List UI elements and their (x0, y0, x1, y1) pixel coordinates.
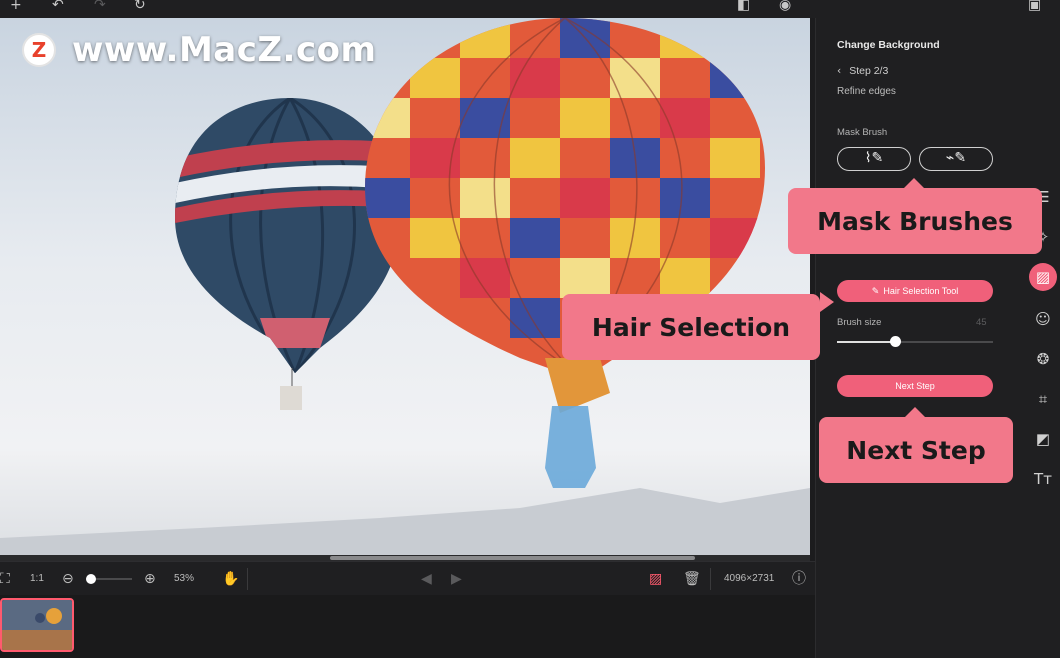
callout-next-step: Next Step (819, 407, 1013, 483)
hand-icon[interactable]: ✋ (222, 562, 239, 596)
plus-icon[interactable]: + (10, 0, 22, 14)
step-subtitle: Refine edges (837, 86, 896, 97)
trash-icon[interactable]: 🗑 (683, 562, 701, 596)
undo-icon[interactable]: ↶ (52, 0, 64, 14)
brush-size-fill (837, 341, 895, 343)
scrollbar-thumb[interactable] (330, 556, 695, 560)
brush-add-button[interactable]: ⌇✎ (837, 147, 911, 171)
info-icon[interactable]: ⓘ (792, 562, 806, 596)
zoom-in-icon[interactable]: ⊕ (144, 562, 156, 596)
save-icon[interactable]: ▣ (1028, 0, 1041, 14)
frame-icon[interactable]: ◩ (1029, 425, 1057, 453)
crop-icon[interactable]: ⌗ (1029, 385, 1057, 413)
brush-size-label: Brush size (837, 317, 882, 328)
top-toolbar: + ↶ ↷ ↻ ◧ ◉ ▣ (0, 0, 1060, 18)
brush-add-icon: ⌇✎ (864, 150, 884, 166)
zoom-out-icon[interactable]: ⊖ (62, 562, 74, 596)
reset-icon[interactable]: ↻ (134, 0, 146, 14)
fit-screen-icon[interactable]: ⛶ (0, 562, 10, 596)
image-canvas[interactable]: Z www.MacZ.com (0, 18, 810, 555)
watermark-logo: Z (22, 33, 56, 67)
step-indicator: Step 2/3 (849, 65, 889, 77)
chevron-left-icon: ‹ (837, 65, 842, 77)
image-icon[interactable]: ▨ (649, 562, 662, 596)
divider (247, 568, 248, 590)
right-panel: Change Background ‹ Step 2/3 Refine edges… (815, 18, 1060, 658)
filmstrip (0, 595, 815, 658)
zoom-slider-knob[interactable] (85, 574, 96, 584)
bottom-toolbar: ⛶ 1:1 ⊖ ⊕ 53% ✋ ◀ ▶ ▨ 🗑 4096×2731 ⓘ (0, 561, 815, 595)
image-thumbnail[interactable] (0, 598, 74, 652)
eye-icon[interactable]: ◉ (779, 0, 791, 14)
watermark: Z www.MacZ.com (22, 30, 376, 70)
brush-erase-icon: ⌁✎ (945, 150, 967, 166)
brush-size-knob[interactable] (889, 336, 901, 347)
hair-selection-label: Hair Selection Tool (883, 286, 959, 296)
text-icon[interactable]: Tт (1029, 465, 1057, 493)
callout-hair-selection: Hair Selection (562, 292, 834, 360)
mask-brush-label: Mask Brush (837, 127, 888, 138)
balloons-photo (0, 18, 810, 555)
face-icon[interactable]: ☺ (1029, 305, 1057, 333)
callout-next-step-text: Next Step (846, 435, 986, 465)
panel-title: Change Background (837, 39, 940, 51)
next-step-button[interactable]: Next Step (837, 375, 993, 397)
image-dimensions: 4096×2731 (724, 573, 775, 584)
watermark-text: www.MacZ.com (72, 30, 377, 70)
zoom-level: 53% (174, 573, 195, 584)
callout-hair-selection-text: Hair Selection (591, 312, 791, 342)
actual-size-button[interactable]: 1:1 (30, 562, 44, 596)
background-icon[interactable]: ▨ (1029, 263, 1057, 291)
hair-brush-icon: ✎ (871, 287, 880, 297)
prev-icon[interactable]: ◀ (421, 562, 432, 596)
callout-mask-brushes: Mask Brushes (788, 178, 1042, 254)
compare-icon[interactable]: ◧ (737, 0, 750, 14)
divider (710, 568, 711, 590)
brush-erase-button[interactable]: ⌁✎ (919, 147, 993, 171)
effects-icon[interactable]: ❂ (1029, 345, 1057, 373)
redo-icon[interactable]: ↷ (94, 0, 106, 14)
next-icon[interactable]: ▶ (451, 562, 462, 596)
app-window: + ↶ ↷ ↻ ◧ ◉ ▣ Z www.MacZ.com ⛶ 1:1 ⊖ ⊕ 5… (0, 0, 1060, 658)
hair-selection-tool-button[interactable]: ✎ Hair Selection Tool (837, 280, 993, 302)
step-back-link[interactable]: ‹ Step 2/3 (837, 65, 888, 77)
callout-mask-brushes-text: Mask Brushes (817, 206, 1013, 236)
brush-size-value: 45 (976, 317, 987, 328)
